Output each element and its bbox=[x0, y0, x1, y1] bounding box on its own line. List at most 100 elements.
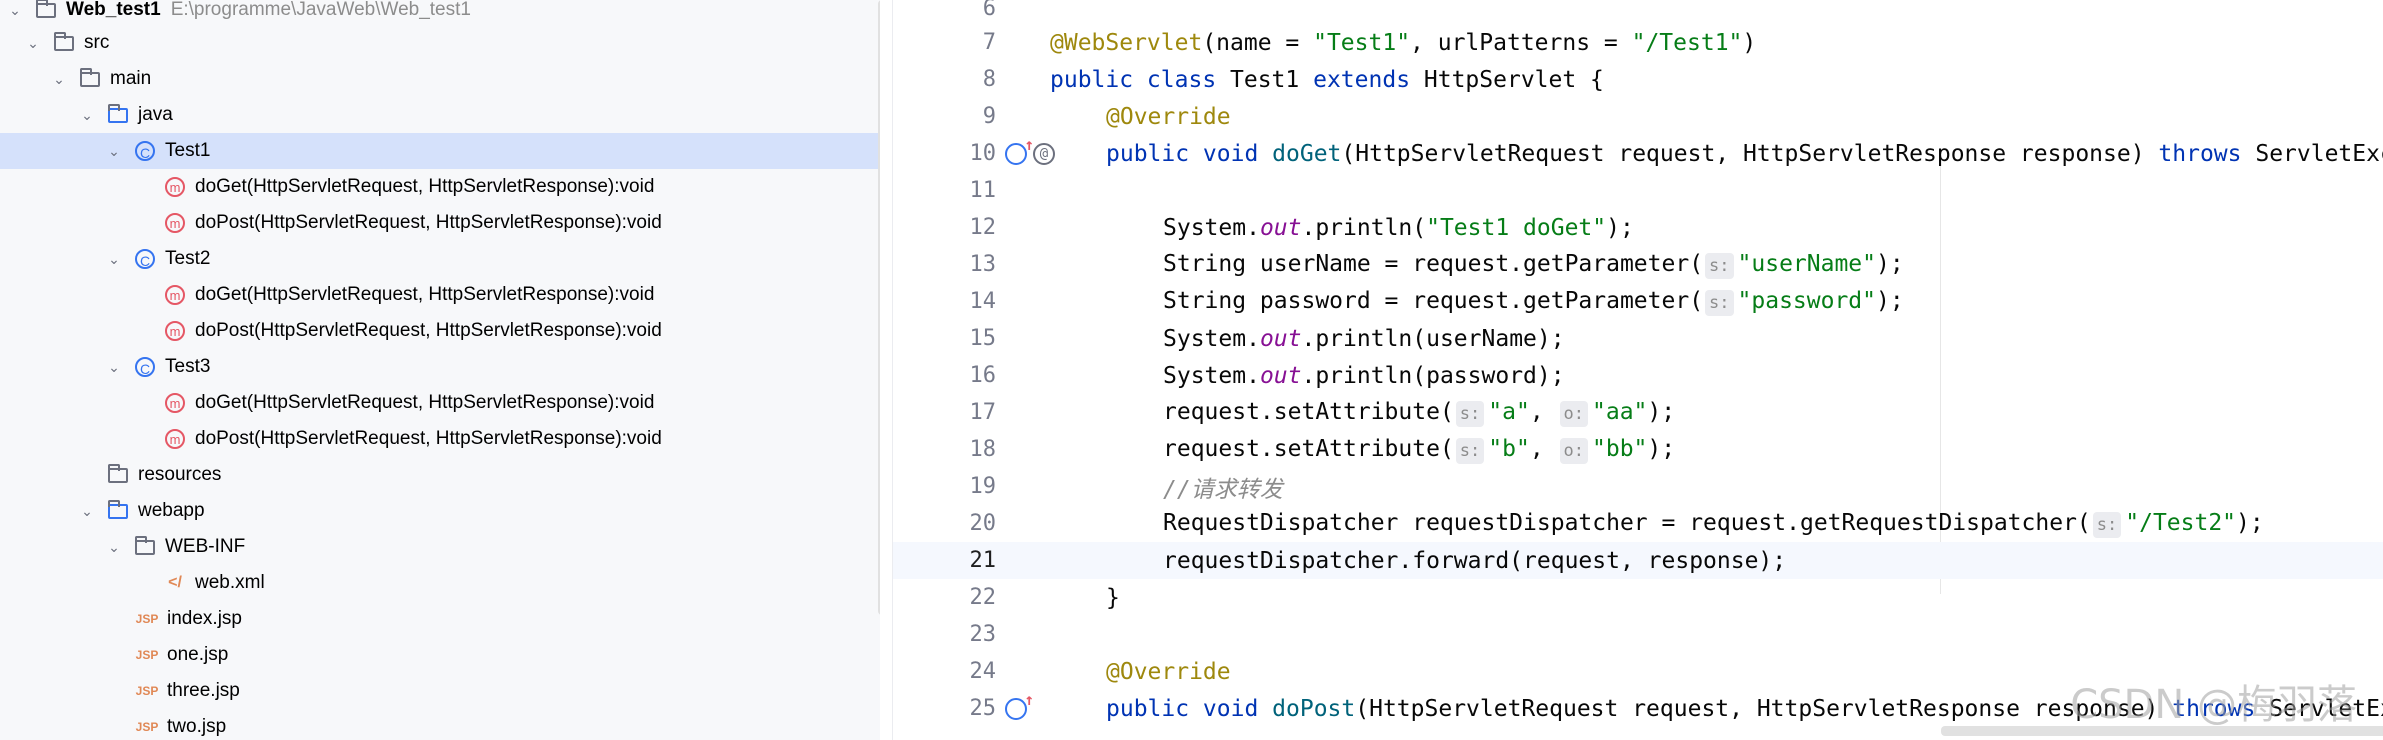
tree-item-label: Test1 bbox=[165, 140, 211, 161]
code-text: String userName = request.getParameter(s… bbox=[1163, 250, 1904, 279]
code-text: System.out.println("Test1 doGet"); bbox=[1163, 214, 1634, 241]
tree-item-jsp[interactable]: JSP three.jsp bbox=[0, 673, 880, 709]
code-line[interactable]: 9 @Override bbox=[893, 98, 2383, 135]
line-number: 10 bbox=[969, 141, 997, 166]
code-text: String password = request.getParameter(s… bbox=[1163, 287, 1904, 316]
tree-item-label: doGet(HttpServletRequest, HttpServletRes… bbox=[195, 176, 655, 197]
code-line[interactable]: 12 System.out.println("Test1 doGet"); bbox=[893, 209, 2383, 246]
method-icon: m bbox=[163, 211, 187, 235]
code-line[interactable]: 17 request.setAttribute(s: "a", o: "aa"); bbox=[893, 394, 2383, 431]
method-icon: m bbox=[163, 175, 187, 199]
tree-item-webapp[interactable]: ⌄ webapp bbox=[0, 493, 880, 529]
line-number: 17 bbox=[969, 400, 997, 425]
tree-item-method[interactable]: m doPost(HttpServletRequest, HttpServlet… bbox=[0, 313, 880, 349]
line-number: 9 bbox=[982, 104, 996, 129]
line-number: 24 bbox=[969, 659, 997, 684]
tree-item-web-xml[interactable]: </ web.xml bbox=[0, 565, 880, 601]
folder-icon bbox=[52, 31, 76, 55]
current-code-line[interactable]: 21 requestDispatcher.forward(request, re… bbox=[893, 542, 2383, 579]
code-line[interactable]: 13 String userName = request.getParamete… bbox=[893, 246, 2383, 283]
tree-item-label: doPost(HttpServletRequest, HttpServletRe… bbox=[195, 320, 662, 341]
tree-item-jsp[interactable]: JSP index.jsp bbox=[0, 601, 880, 637]
code-line[interactable]: 8 public class Test1 extends HttpServlet… bbox=[893, 61, 2383, 98]
code-line[interactable]: 6 bbox=[893, 0, 2383, 27]
tree-scrollbar[interactable] bbox=[878, 0, 880, 615]
line-number: 23 bbox=[969, 622, 997, 647]
code-line[interactable]: 23 bbox=[893, 616, 2383, 653]
tree-item-test2[interactable]: ⌄ C Test2 bbox=[0, 241, 880, 277]
source-folder-icon bbox=[106, 103, 130, 127]
chevron-down-icon[interactable]: ⌄ bbox=[105, 251, 123, 268]
tree-item-label: doPost(HttpServletRequest, HttpServletRe… bbox=[195, 212, 662, 233]
code-text: } bbox=[1106, 584, 1120, 611]
tree-item-label: two.jsp bbox=[167, 716, 227, 737]
code-line[interactable]: 19 //请求转发 bbox=[893, 468, 2383, 505]
tree-item-method[interactable]: m doGet(HttpServletRequest, HttpServletR… bbox=[0, 277, 880, 313]
tree-item-test3[interactable]: ⌄ C Test3 bbox=[0, 349, 880, 385]
chevron-down-icon[interactable]: ⌄ bbox=[6, 2, 24, 19]
web-folder-icon bbox=[106, 499, 130, 523]
tree-item-main[interactable]: ⌄ main bbox=[0, 61, 880, 97]
tree-item-java[interactable]: ⌄ java bbox=[0, 97, 880, 133]
line-number: 18 bbox=[969, 437, 997, 462]
tree-item-resources[interactable]: resources bbox=[0, 457, 880, 493]
line-number: 14 bbox=[969, 289, 997, 314]
code-line[interactable]: 14 String password = request.getParamete… bbox=[893, 283, 2383, 320]
chevron-down-icon[interactable]: ⌄ bbox=[105, 359, 123, 376]
tree-item-web-inf[interactable]: ⌄ WEB-INF bbox=[0, 529, 880, 565]
override-method-icon[interactable] bbox=[1005, 135, 1034, 165]
chevron-down-icon[interactable]: ⌄ bbox=[105, 143, 123, 160]
code-editor[interactable]: 6 7 @WebServlet(name = "Test1", urlPatte… bbox=[893, 0, 2383, 740]
annotation-icon[interactable]: @ bbox=[1033, 142, 1055, 165]
resources-folder-icon bbox=[106, 463, 130, 487]
line-number: 7 bbox=[982, 30, 996, 55]
jsp-file-icon: JSP bbox=[135, 612, 159, 626]
override-method-icon[interactable] bbox=[1005, 690, 1034, 720]
chevron-down-icon[interactable]: ⌄ bbox=[78, 503, 96, 520]
tree-item-test1[interactable]: ⌄ C Test1 bbox=[0, 133, 880, 169]
code-text: public void doGet(HttpServletRequest req… bbox=[1106, 140, 2383, 167]
code-line[interactable]: 22 } bbox=[893, 579, 2383, 616]
code-line[interactable]: 16 System.out.println(password); bbox=[893, 357, 2383, 394]
class-icon: C bbox=[133, 247, 157, 271]
parameter-hint: s: bbox=[1455, 437, 1485, 464]
code-text: @Override bbox=[1106, 103, 1231, 130]
chevron-down-icon[interactable]: ⌄ bbox=[24, 35, 42, 52]
chevron-down-icon[interactable]: ⌄ bbox=[105, 539, 123, 556]
code-line[interactable]: 11 bbox=[893, 172, 2383, 209]
tree-item-src[interactable]: ⌄ src bbox=[0, 25, 880, 61]
tree-root-path: E:\programme\JavaWeb\Web_test1 bbox=[170, 0, 471, 20]
tree-root-label: Web_test1 bbox=[66, 0, 161, 20]
line-number: 8 bbox=[982, 67, 996, 92]
code-line[interactable]: 7 @WebServlet(name = "Test1", urlPattern… bbox=[893, 24, 2383, 61]
chevron-down-icon[interactable]: ⌄ bbox=[50, 71, 68, 88]
tree-item-jsp[interactable]: JSP two.jsp bbox=[0, 709, 880, 740]
folder-icon bbox=[78, 67, 102, 91]
tree-item-jsp[interactable]: JSP one.jsp bbox=[0, 637, 880, 673]
line-number: 20 bbox=[969, 511, 997, 536]
line-number: 22 bbox=[969, 585, 997, 610]
line-number: 6 bbox=[982, 0, 996, 21]
chevron-down-icon[interactable]: ⌄ bbox=[78, 107, 96, 124]
parameter-hint: s: bbox=[1705, 289, 1734, 316]
module-folder-icon bbox=[34, 0, 58, 22]
code-line[interactable]: 15 System.out.println(userName); bbox=[893, 320, 2383, 357]
code-line[interactable]: 20 RequestDispatcher requestDispatcher =… bbox=[893, 505, 2383, 542]
method-icon: m bbox=[163, 319, 187, 343]
line-number: 21 bbox=[969, 548, 997, 573]
tree-item-label: doGet(HttpServletRequest, HttpServletRes… bbox=[195, 284, 655, 305]
tree-item-label: WEB-INF bbox=[165, 536, 246, 557]
tree-item-method[interactable]: m doGet(HttpServletRequest, HttpServletR… bbox=[0, 385, 880, 421]
tree-item-method[interactable]: m doPost(HttpServletRequest, HttpServlet… bbox=[0, 421, 880, 457]
line-number: 13 bbox=[969, 252, 997, 277]
tree-item-method[interactable]: m doPost(HttpServletRequest, HttpServlet… bbox=[0, 205, 880, 241]
tree-root[interactable]: ⌄ Web_test1 E:\programme\JavaWeb\Web_tes… bbox=[0, 0, 880, 28]
line-number: 12 bbox=[969, 215, 997, 240]
code-text: System.out.println(password); bbox=[1163, 362, 1565, 389]
project-tree: ⌄ Web_test1 E:\programme\JavaWeb\Web_tes… bbox=[0, 0, 880, 740]
tree-item-method[interactable]: m doGet(HttpServletRequest, HttpServletR… bbox=[0, 169, 880, 205]
parameter-hint: s: bbox=[2092, 511, 2122, 538]
jsp-file-icon: JSP bbox=[135, 720, 159, 734]
code-line[interactable]: 10 @ public void doGet(HttpServletReques… bbox=[893, 135, 2383, 172]
code-line[interactable]: 18 request.setAttribute(s: "b", o: "bb"); bbox=[893, 431, 2383, 468]
